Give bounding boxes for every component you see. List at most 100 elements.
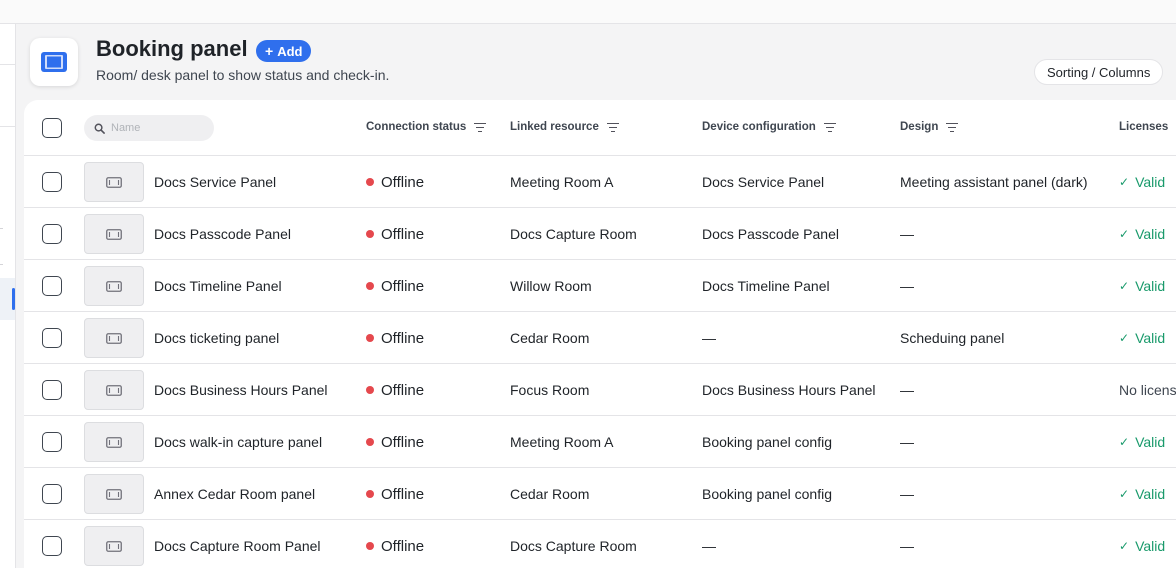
tablet-icon bbox=[106, 228, 122, 240]
add-button-label: Add bbox=[277, 43, 303, 59]
license-status: ✓ Valid bbox=[1119, 156, 1165, 208]
device-configuration: — bbox=[702, 330, 716, 346]
check-icon: ✓ bbox=[1119, 331, 1130, 345]
table-header: Connection status Linked resource Device… bbox=[24, 100, 1176, 156]
select-all-checkbox[interactable] bbox=[42, 118, 62, 138]
column-header-design[interactable]: Design bbox=[900, 121, 959, 133]
filter-icon[interactable] bbox=[946, 122, 959, 132]
table-row[interactable]: Docs Business Hours Panel Offline Focus … bbox=[24, 364, 1176, 416]
panel-name[interactable]: Annex Cedar Room panel bbox=[154, 468, 315, 520]
linked-resource: Docs Capture Room bbox=[510, 538, 637, 554]
table-row[interactable]: Docs Timeline Panel Offline Willow Room … bbox=[24, 260, 1176, 312]
license-status: No license bbox=[1119, 364, 1176, 416]
design: — bbox=[900, 434, 914, 450]
license-label: Valid bbox=[1135, 538, 1166, 554]
license-status: ✓ Valid bbox=[1119, 312, 1165, 364]
table-row[interactable]: Annex Cedar Room panel Offline Cedar Roo… bbox=[24, 468, 1176, 520]
tablet-icon bbox=[106, 384, 122, 396]
tablet-icon bbox=[106, 176, 122, 188]
column-header-label: Design bbox=[900, 121, 939, 133]
connection-status: Offline bbox=[366, 156, 424, 208]
table-row[interactable]: Docs walk-in capture panel Offline Meeti… bbox=[24, 416, 1176, 468]
design: — bbox=[900, 538, 914, 554]
column-header-licenses[interactable]: Licenses bbox=[1119, 121, 1168, 133]
license-label: Valid bbox=[1135, 278, 1166, 294]
linked-resource: Meeting Room A bbox=[510, 174, 614, 190]
status-label: Offline bbox=[381, 537, 425, 555]
panel-name[interactable]: Docs Capture Room Panel bbox=[154, 520, 321, 568]
column-header-linked-resource[interactable]: Linked resource bbox=[510, 121, 619, 133]
row-checkbox[interactable] bbox=[42, 432, 62, 452]
linked-resource: Cedar Room bbox=[510, 330, 590, 346]
row-checkbox[interactable] bbox=[42, 172, 62, 192]
offline-dot-icon bbox=[366, 230, 374, 238]
sidebar bbox=[0, 24, 16, 568]
booking-panel-table: Connection status Linked resource Device… bbox=[24, 100, 1176, 568]
search-icon bbox=[94, 123, 105, 134]
panel-thumbnail bbox=[84, 214, 144, 254]
plus-icon: + bbox=[265, 43, 274, 59]
column-header-connection-status[interactable]: Connection status bbox=[366, 121, 487, 133]
panel-thumbnail bbox=[84, 318, 144, 358]
panel-name[interactable]: Docs Business Hours Panel bbox=[154, 364, 328, 416]
offline-dot-icon bbox=[366, 490, 374, 498]
filter-icon[interactable] bbox=[823, 122, 836, 132]
device-configuration: Docs Service Panel bbox=[702, 174, 825, 190]
row-checkbox[interactable] bbox=[42, 224, 62, 244]
panel-name[interactable]: Docs walk-in capture panel bbox=[154, 416, 322, 468]
connection-status: Offline bbox=[366, 312, 424, 364]
check-icon: ✓ bbox=[1119, 435, 1130, 449]
license-status: ✓ Valid bbox=[1119, 260, 1165, 312]
device-configuration: Docs Business Hours Panel bbox=[702, 382, 876, 398]
linked-resource: Focus Room bbox=[510, 382, 590, 398]
design: — bbox=[900, 278, 914, 294]
table-row[interactable]: Docs Capture Room Panel Offline Docs Cap… bbox=[24, 520, 1176, 568]
row-checkbox[interactable] bbox=[42, 536, 62, 556]
license-label: Valid bbox=[1135, 486, 1166, 502]
filter-icon[interactable] bbox=[474, 122, 487, 132]
sorting-columns-button[interactable]: Sorting / Columns bbox=[1034, 59, 1164, 85]
row-checkbox[interactable] bbox=[42, 328, 62, 348]
column-header-device-configuration[interactable]: Device configuration bbox=[702, 121, 836, 133]
check-icon: ✓ bbox=[1119, 227, 1130, 241]
tablet-icon bbox=[106, 332, 122, 344]
license-label: Valid bbox=[1135, 226, 1166, 242]
design: — bbox=[900, 486, 914, 502]
row-checkbox[interactable] bbox=[42, 380, 62, 400]
device-configuration: Docs Passcode Panel bbox=[702, 226, 839, 242]
column-header-label: Licenses bbox=[1119, 121, 1169, 133]
connection-status: Offline bbox=[366, 260, 424, 312]
tablet-icon bbox=[106, 280, 122, 292]
main-content: Booking panel + Add Room/ desk panel to … bbox=[16, 24, 1176, 568]
linked-resource: Willow Room bbox=[510, 278, 592, 294]
status-label: Offline bbox=[381, 329, 425, 347]
panel-thumbnail bbox=[84, 162, 144, 202]
row-checkbox[interactable] bbox=[42, 276, 62, 296]
panel-name[interactable]: Docs Passcode Panel bbox=[154, 208, 291, 260]
row-checkbox[interactable] bbox=[42, 484, 62, 504]
tablet-icon bbox=[106, 436, 122, 448]
panel-thumbnail bbox=[84, 526, 144, 566]
connection-status: Offline bbox=[366, 364, 424, 416]
device-configuration: Docs Timeline Panel bbox=[702, 278, 830, 294]
license-status: ✓ Valid bbox=[1119, 416, 1165, 468]
page-subtitle: Room/ desk panel to show status and chec… bbox=[96, 67, 390, 83]
table-row[interactable]: Docs Passcode Panel Offline Docs Capture… bbox=[24, 208, 1176, 260]
panel-name[interactable]: Docs ticketing panel bbox=[154, 312, 279, 364]
offline-dot-icon bbox=[366, 178, 374, 186]
design: — bbox=[900, 226, 914, 242]
top-bar bbox=[0, 0, 1176, 24]
table-row[interactable]: Docs Service Panel Offline Meeting Room … bbox=[24, 156, 1176, 208]
filter-icon[interactable] bbox=[606, 122, 619, 132]
panel-name[interactable]: Docs Service Panel bbox=[154, 156, 276, 208]
license-status: ✓ Valid bbox=[1119, 468, 1165, 520]
sidebar-active-indicator bbox=[12, 288, 15, 310]
connection-status: Offline bbox=[366, 520, 424, 568]
panel-thumbnail bbox=[84, 422, 144, 462]
panel-name[interactable]: Docs Timeline Panel bbox=[154, 260, 282, 312]
add-button[interactable]: + Add bbox=[256, 40, 312, 62]
name-search-input[interactable] bbox=[111, 122, 206, 134]
offline-dot-icon bbox=[366, 334, 374, 342]
table-row[interactable]: Docs ticketing panel Offline Cedar Room … bbox=[24, 312, 1176, 364]
device-configuration: Booking panel config bbox=[702, 434, 832, 450]
